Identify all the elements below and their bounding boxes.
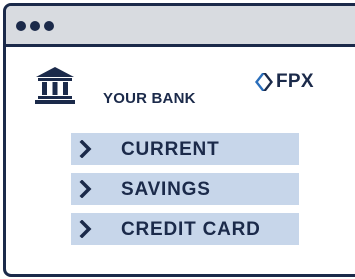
window-control-dot[interactable] — [16, 21, 26, 31]
chevron-right-icon — [79, 220, 92, 238]
account-option-label: CURRENT — [121, 139, 220, 160]
account-option-savings[interactable]: SAVINGS — [71, 173, 299, 205]
window-titlebar — [6, 6, 355, 47]
bank-building-icon — [35, 66, 75, 104]
chevron-right-icon — [79, 140, 92, 158]
account-option-current[interactable]: CURRENT — [71, 133, 299, 165]
fpx-label: FPX — [276, 71, 314, 92]
account-option-label: SAVINGS — [121, 179, 211, 200]
window-control-dot[interactable] — [44, 21, 54, 31]
account-option-credit-card[interactable]: CREDIT CARD — [71, 213, 299, 245]
account-type-list: CURRENT SAVINGS CREDIT CARD — [71, 133, 299, 253]
bank-name: YOUR BANK — [103, 90, 196, 107]
chevron-right-icon — [79, 180, 92, 198]
account-option-label: CREDIT CARD — [121, 219, 261, 240]
fpx-logo-mark — [255, 73, 273, 91]
window-control-dot[interactable] — [30, 21, 40, 31]
fpx-logo: FPX — [254, 71, 314, 93]
